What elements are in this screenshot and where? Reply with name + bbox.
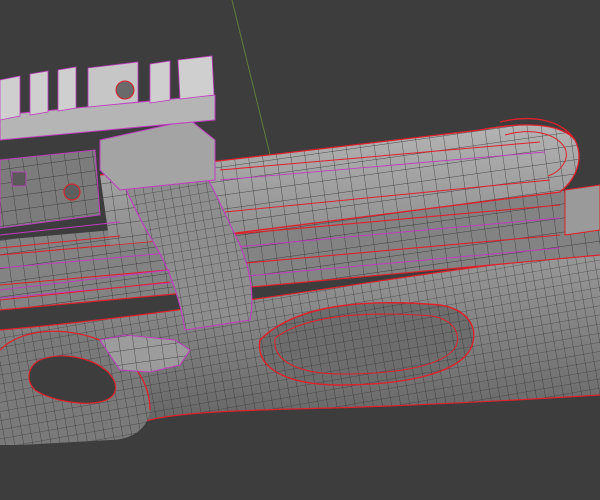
screw-icon	[63, 183, 81, 201]
rear-sight-block	[0, 149, 101, 229]
3d-viewport[interactable]	[0, 0, 600, 500]
mesh-render	[0, 0, 600, 500]
rail-screw-icon	[115, 80, 135, 100]
